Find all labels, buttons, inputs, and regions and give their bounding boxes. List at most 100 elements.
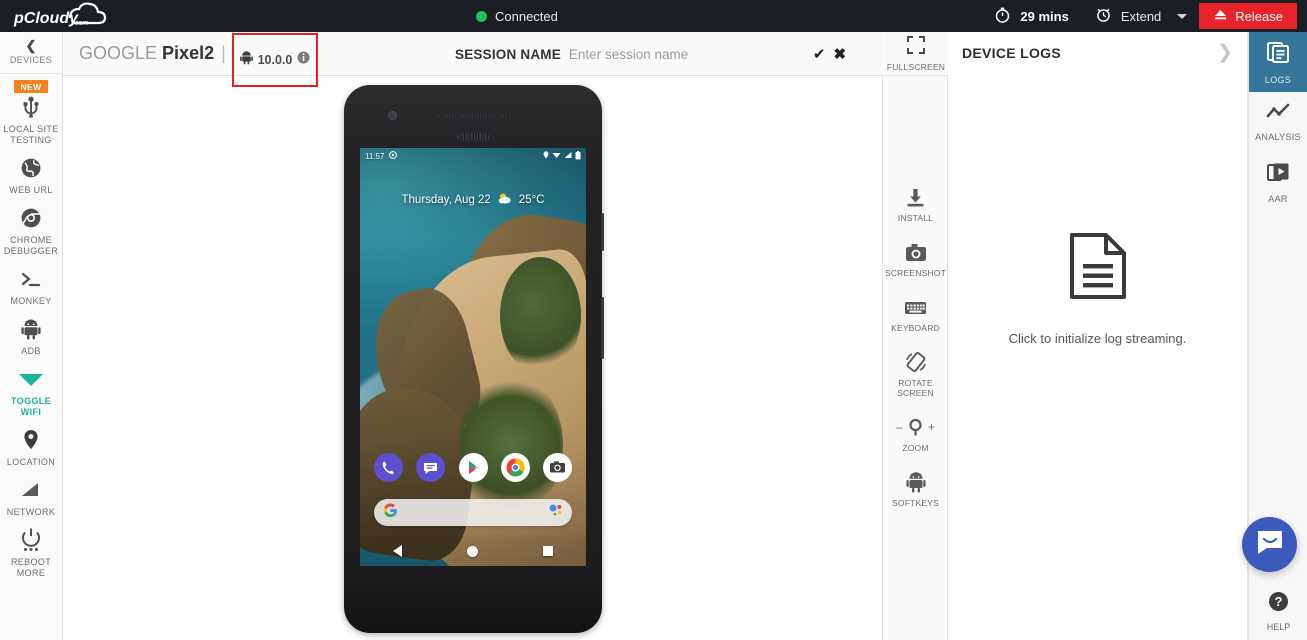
back-icon[interactable] xyxy=(392,545,402,557)
video-icon xyxy=(1266,161,1291,189)
release-label: Release xyxy=(1235,8,1283,24)
rail-label-aar: AAR xyxy=(1268,193,1288,204)
camera-icon xyxy=(905,241,927,263)
chevron-right-icon[interactable]: ❯ xyxy=(1217,43,1233,62)
chrome-icon xyxy=(20,206,42,230)
eject-icon xyxy=(1213,8,1228,24)
widget-temp-label: 25°C xyxy=(518,194,545,206)
info-icon[interactable] xyxy=(297,51,310,69)
sidebar-label-toggle-wifi: TOGGLE WIFI xyxy=(11,396,51,417)
tool-screenshot[interactable]: SCREENSHOT xyxy=(884,241,947,278)
timer-label: 29 mins xyxy=(1020,8,1069,24)
tool-softkeys[interactable]: SOFTKEYS xyxy=(884,471,947,508)
zoom-in-button[interactable]: + xyxy=(928,420,935,434)
intercom-chat-launcher[interactable] xyxy=(1242,517,1297,572)
session-cancel-icon[interactable]: ✖ xyxy=(834,45,847,63)
alarm-clock-icon xyxy=(1095,6,1112,26)
release-device-button[interactable]: Release xyxy=(1199,3,1297,29)
rail-item-analysis[interactable]: ANALYSIS xyxy=(1249,92,1307,152)
zoom-out-button[interactable]: – xyxy=(896,420,903,434)
tool-label-screenshot: SCREENSHOT xyxy=(884,268,947,278)
logs-icon xyxy=(1266,40,1291,70)
fullscreen-icon xyxy=(907,35,925,59)
rail-label-analysis: ANALYSIS xyxy=(1255,132,1301,142)
messages-icon[interactable] xyxy=(416,453,446,482)
tool-install[interactable]: INSTALL xyxy=(884,186,947,223)
sidebar-item-network[interactable]: NETWORK xyxy=(0,468,62,518)
rail-item-aar[interactable]: AAR xyxy=(1249,152,1307,212)
sidebar-label-web-url: WEB URL xyxy=(9,185,53,195)
signal-icon xyxy=(20,478,42,502)
tool-keyboard[interactable]: KEYBOARD xyxy=(884,296,947,333)
new-badge: NEW xyxy=(14,80,48,93)
camera-icon[interactable] xyxy=(543,453,572,482)
sidebar-collapse-label: DEVICES xyxy=(9,55,53,65)
sidebar-label-local-site-testing: LOCAL SITE TESTING xyxy=(3,124,59,145)
pcloudy-logo[interactable]: pCloudy .com xyxy=(10,2,120,30)
session-confirm-icon[interactable]: ✔ xyxy=(813,45,826,63)
sidebar-label-location: LOCATION xyxy=(6,457,56,467)
help-label: HELP xyxy=(1266,622,1291,632)
help-button[interactable]: ? HELP xyxy=(1249,591,1307,632)
os-version-highlight[interactable]: 10.0.0 xyxy=(232,33,318,87)
sidebar-item-toggle-wifi[interactable]: TOGGLE WIFI xyxy=(0,357,62,418)
google-assistant-icon[interactable] xyxy=(548,503,563,522)
widget-date-label: Thursday, Aug 22 xyxy=(401,194,491,206)
extend-session-button[interactable]: Extend xyxy=(1095,6,1199,26)
sidebar-label-reboot-more: REBOOT MORE xyxy=(10,557,52,578)
sidebar-item-local-site-testing[interactable]: NEW LOCAL SITE TESTING xyxy=(0,74,62,146)
wifi-icon xyxy=(18,367,44,391)
device-stage: 11:57 Thursday, Aug 22 25°C xyxy=(63,76,883,640)
logs-empty-state[interactable]: Click to initialize log streaming. xyxy=(948,232,1247,346)
left-sidebar: ❮ DEVICES NEW LOCAL SITE TESTING WEB URL… xyxy=(0,32,63,640)
connection-dot-icon xyxy=(476,10,487,22)
device-logs-header: DEVICE LOGS ❯ xyxy=(948,32,1247,74)
home-date-weather-widget[interactable]: Thursday, Aug 22 25°C xyxy=(360,192,586,208)
logs-empty-text: Click to initialize log streaming. xyxy=(1008,331,1187,346)
device-separator: | xyxy=(221,43,226,63)
home-icon[interactable] xyxy=(466,545,478,557)
play-store-icon[interactable] xyxy=(458,453,488,482)
battery-icon xyxy=(575,150,581,162)
sidebar-item-reboot-more[interactable]: REBOOT MORE xyxy=(0,518,62,579)
zoom-controls: – + xyxy=(896,416,935,438)
svg-text:.com: .com xyxy=(73,20,88,27)
tool-zoom[interactable]: – + ZOOM xyxy=(884,416,947,453)
top-bar: pCloudy .com Connected 29 mins Extend Re… xyxy=(0,0,1307,32)
tool-rotate-screen[interactable]: ROTATE SCREEN xyxy=(884,351,947,398)
sidebar-item-monkey[interactable]: MONKEY xyxy=(0,257,62,307)
tool-label-keyboard: KEYBOARD xyxy=(891,323,940,333)
fullscreen-label: FULLSCREEN xyxy=(886,61,946,72)
svg-text:pCloudy: pCloudy xyxy=(13,10,79,27)
map-pin-icon xyxy=(22,428,40,452)
chevron-down-icon xyxy=(1177,13,1188,19)
tool-label-softkeys: SOFTKEYS xyxy=(892,498,939,508)
phone-icon[interactable] xyxy=(374,453,403,482)
tool-label-install: INSTALL xyxy=(897,213,934,223)
rail-item-logs[interactable]: LOGS xyxy=(1249,32,1307,92)
os-version-label: 10.0.0 xyxy=(257,53,293,67)
recents-icon[interactable] xyxy=(543,546,554,556)
sidebar-item-web-url[interactable]: WEB URL xyxy=(0,146,62,196)
device-screen[interactable]: 11:57 Thursday, Aug 22 25°C xyxy=(360,148,586,566)
session-name-input[interactable] xyxy=(568,46,799,62)
extend-label: Extend xyxy=(1120,8,1162,24)
magnifier-icon xyxy=(907,416,924,438)
location-pin-icon xyxy=(543,151,549,161)
sidebar-item-location[interactable]: LOCATION xyxy=(0,418,62,468)
download-icon xyxy=(905,186,926,208)
google-search-bar[interactable] xyxy=(374,499,572,526)
location-icon xyxy=(389,151,398,161)
connection-label: Connected xyxy=(495,8,558,24)
device-logs-title: DEVICE LOGS xyxy=(962,45,1061,61)
wifi-icon xyxy=(552,151,561,161)
sidebar-collapse-devices[interactable]: ❮ DEVICES xyxy=(0,32,62,74)
fullscreen-button[interactable]: FULLSCREEN xyxy=(884,32,948,76)
status-bar-right xyxy=(543,150,581,162)
device-title: GOOGLE Pixel2 | xyxy=(79,43,228,64)
status-time: 11:57 xyxy=(365,151,385,161)
sidebar-item-chrome-debugger[interactable]: CHROME DEBUGGER xyxy=(0,196,62,257)
sidebar-label-adb: ADB xyxy=(21,346,41,356)
chrome-icon[interactable] xyxy=(500,453,530,482)
sidebar-item-adb[interactable]: ADB xyxy=(0,307,62,357)
